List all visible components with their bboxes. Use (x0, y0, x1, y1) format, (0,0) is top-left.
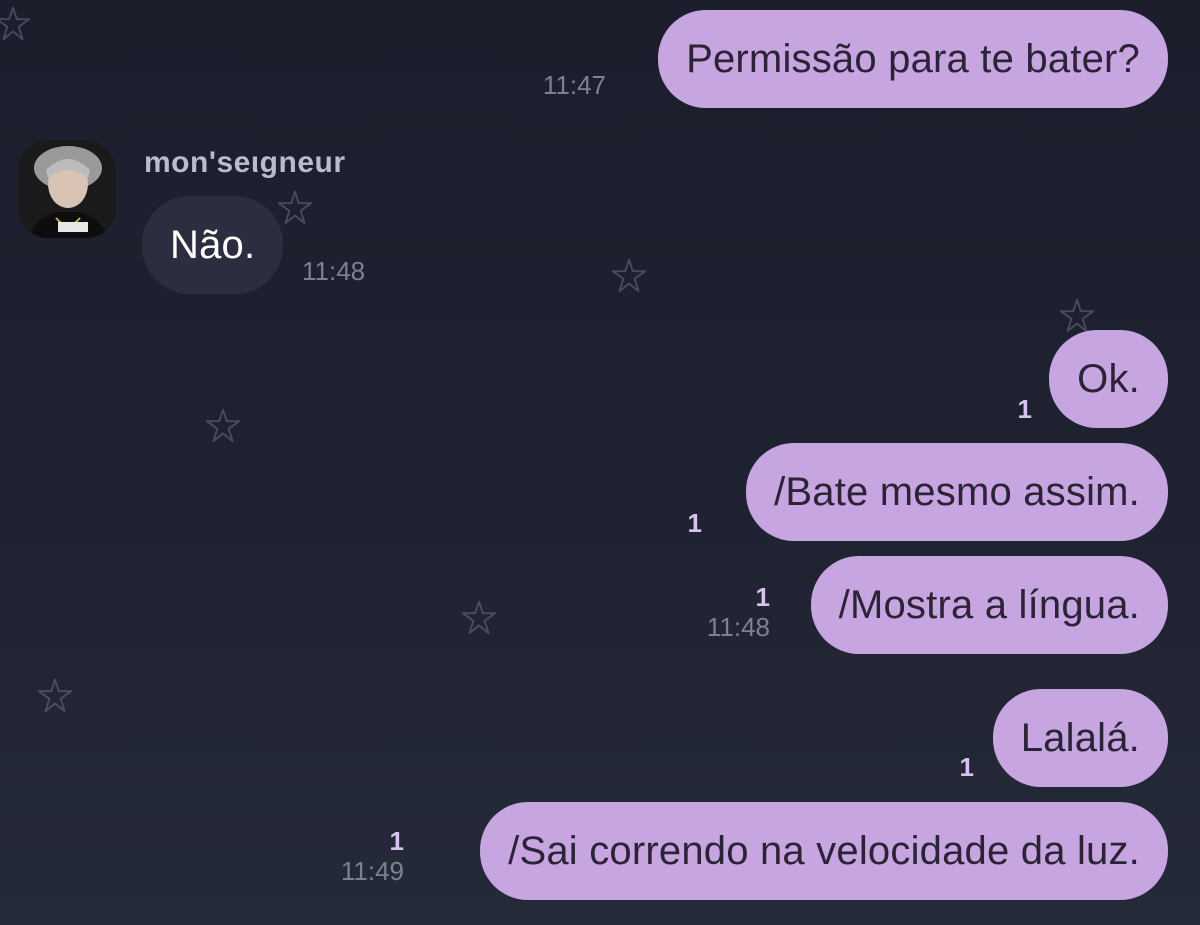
message-meta: 1 (688, 508, 702, 538)
avatar[interactable] (18, 140, 116, 238)
message-text: Lalalá. (1020, 715, 1140, 760)
message-meta: 11:47 (543, 70, 606, 100)
message-text: /Sai correndo na velocidade da luz. (508, 828, 1140, 873)
star-icon (0, 4, 32, 42)
chat-view: 11:47 Permissão para te bater? mon'seιgn… (0, 0, 1200, 925)
star-icon (204, 406, 242, 444)
star-icon (1058, 296, 1096, 334)
star-icon (460, 598, 498, 636)
message-text: Permissão para te bater? (686, 36, 1140, 81)
message-text: /Bate mesmo assim. (774, 469, 1140, 514)
message-meta: 1 11:49 (341, 826, 404, 886)
unread-count: 1 (687, 508, 702, 538)
unread-count: 1 (1017, 394, 1032, 424)
star-icon (36, 676, 74, 714)
message-time: 11:48 (302, 256, 366, 286)
message-time: 11:47 (542, 70, 606, 100)
message-time: 11:49 (340, 856, 404, 886)
star-icon (610, 256, 648, 294)
sender-name: mon'seιgneur (144, 146, 346, 179)
message-meta: 1 11:48 (707, 582, 770, 642)
unread-count: 1 (389, 826, 404, 856)
outgoing-message-bubble[interactable]: /Mostra a língua. (810, 556, 1168, 654)
unread-count: 1 (755, 582, 770, 612)
message-time: 11:48 (706, 612, 770, 642)
message-text: Não. (170, 222, 256, 267)
outgoing-message-bubble[interactable]: Permissão para te bater? (658, 10, 1168, 108)
message-text: Ok. (1077, 356, 1140, 401)
message-meta: 1 (960, 752, 974, 782)
message-text: /Mostra a língua. (838, 582, 1140, 627)
outgoing-message-bubble[interactable]: /Sai correndo na velocidade da luz. (480, 802, 1168, 900)
outgoing-message-bubble[interactable]: /Bate mesmo assim. (746, 443, 1168, 541)
outgoing-message-bubble[interactable]: Ok. (1049, 330, 1168, 428)
message-meta: 1 (1018, 394, 1032, 424)
incoming-message-bubble[interactable]: Não. (142, 196, 284, 294)
unread-count: 1 (959, 752, 974, 782)
star-icon (276, 188, 314, 226)
outgoing-message-bubble[interactable]: Lalalá. (992, 689, 1168, 787)
